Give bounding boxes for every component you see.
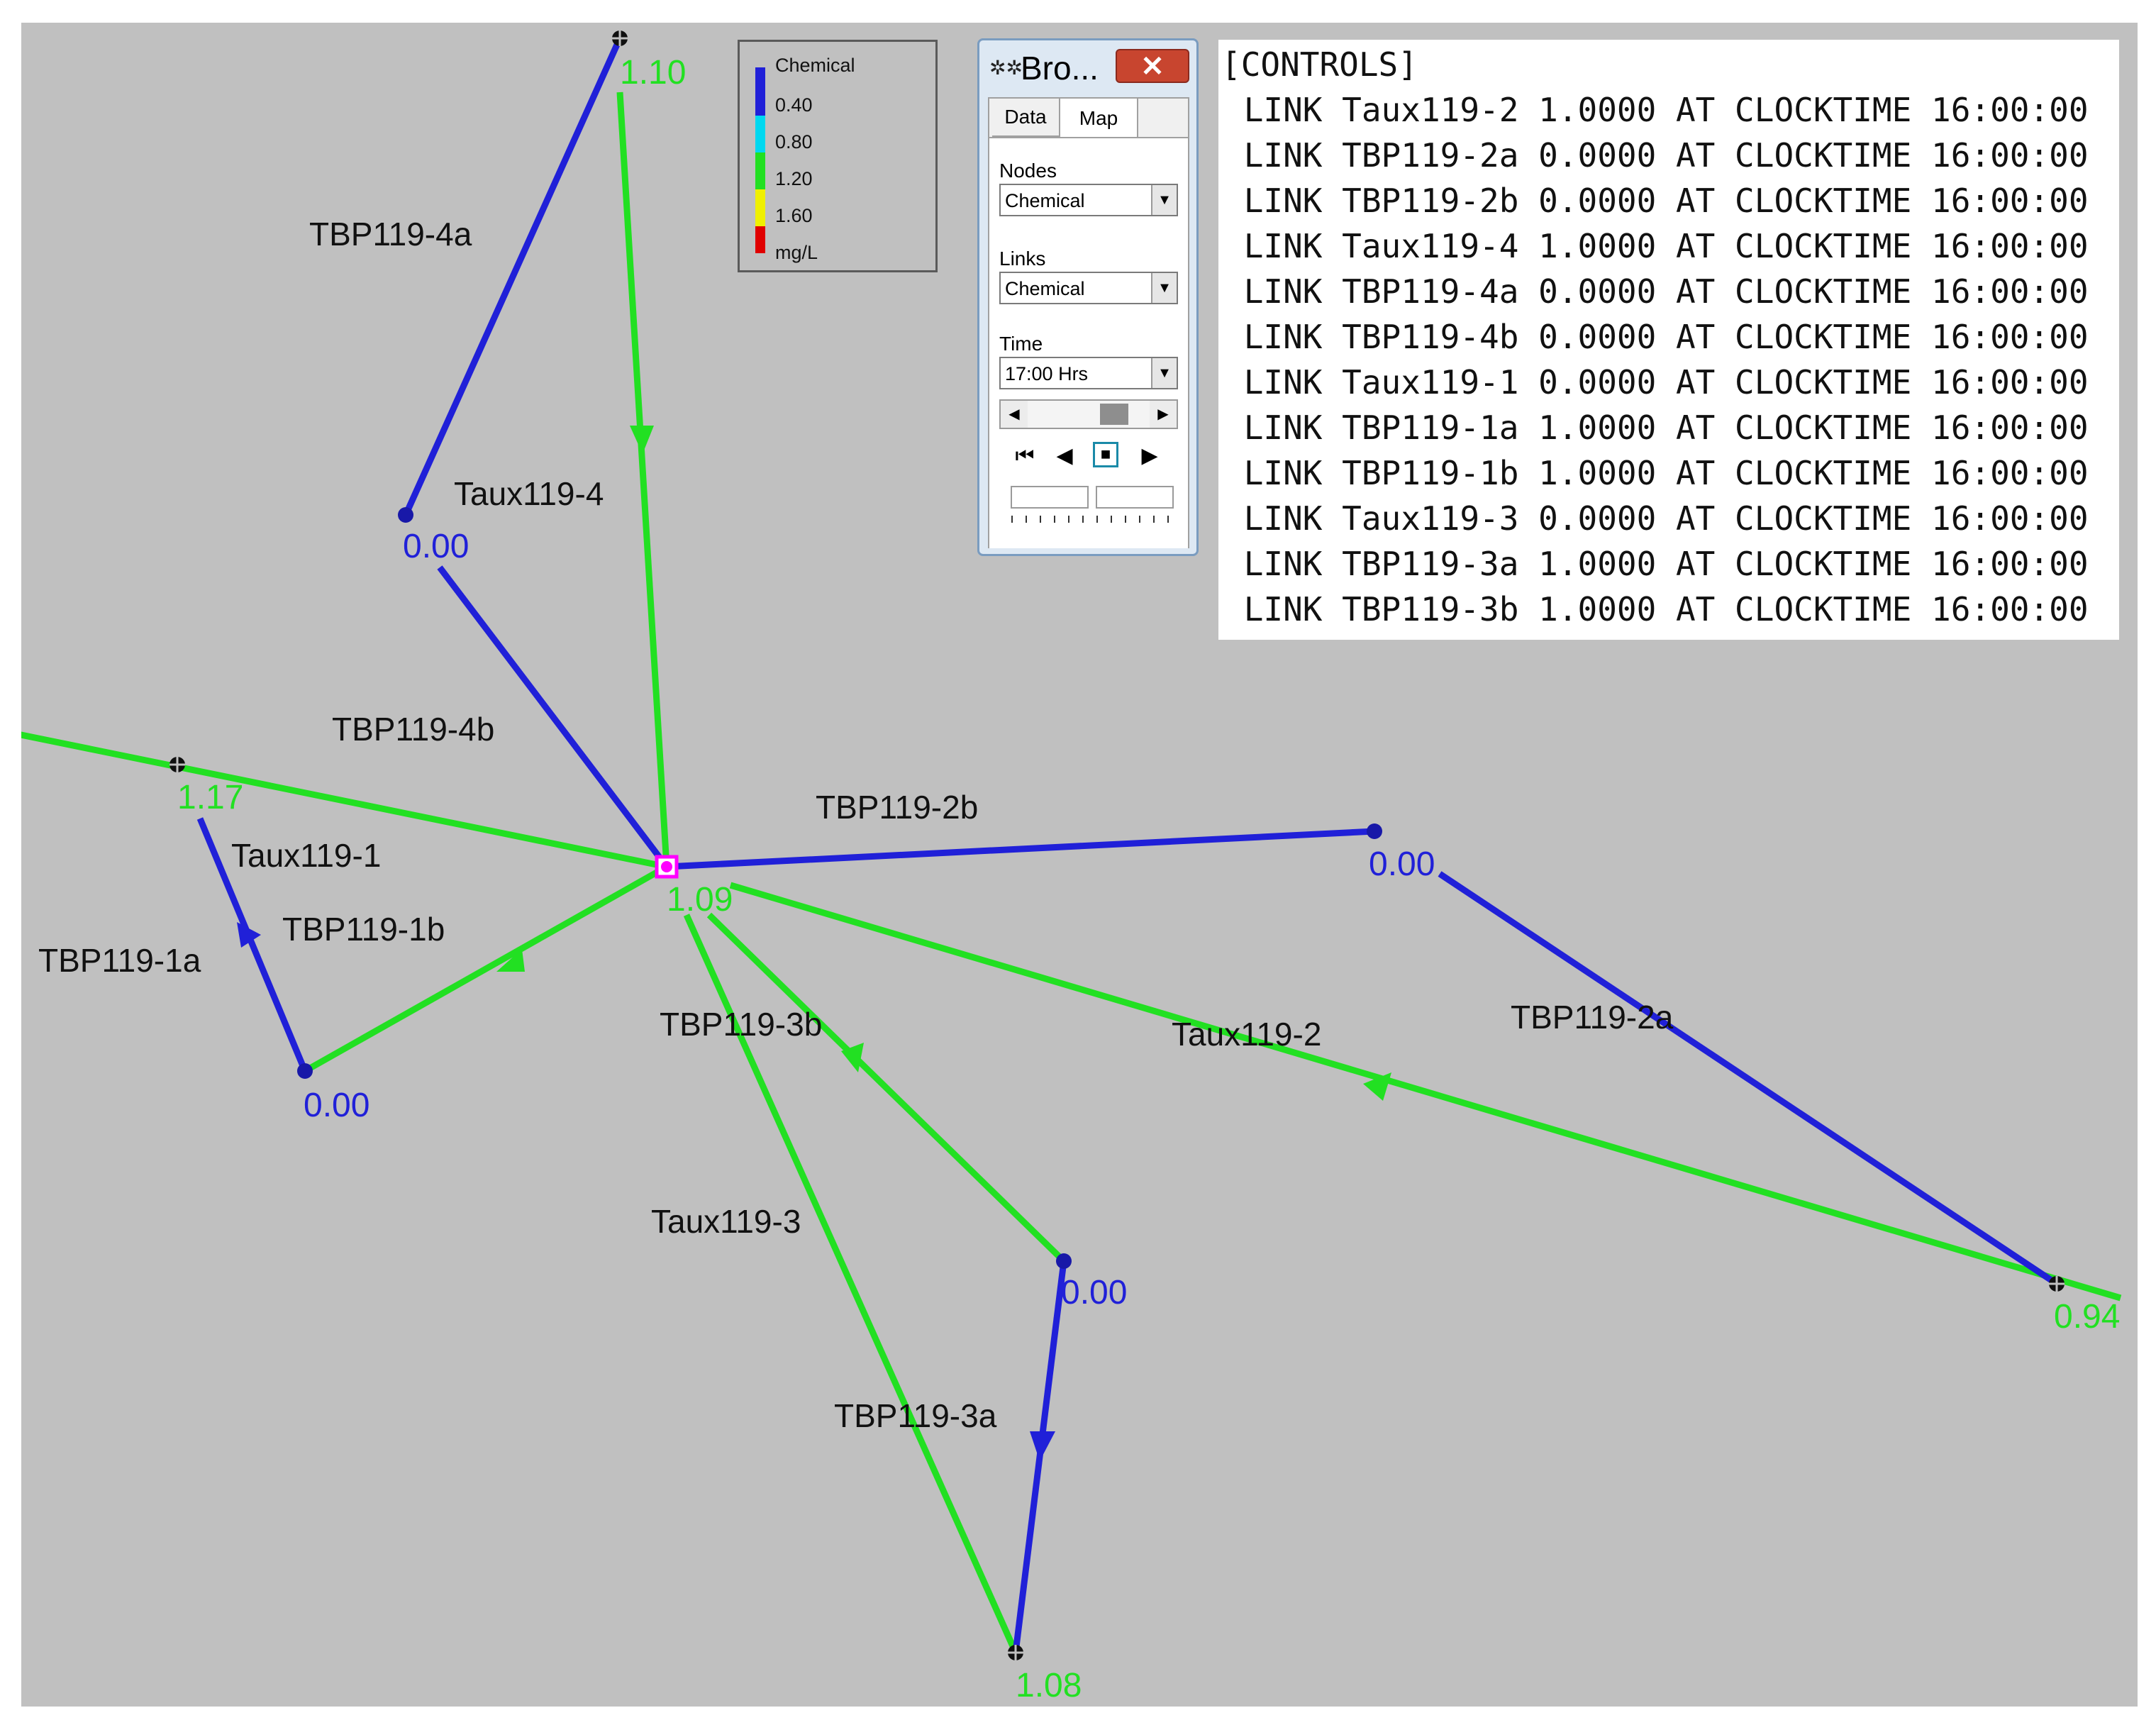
legend-tick: 0.80 (775, 131, 813, 152)
chevron-down-icon[interactable]: ▼ (1151, 185, 1177, 215)
rewind-icon[interactable]: ⏮ (1011, 442, 1039, 470)
scroll-left-icon[interactable]: ◀ (1001, 401, 1028, 428)
node-value-right: 0.00 (1369, 845, 1435, 883)
time-scrollbar[interactable]: ◀ ▶ (999, 399, 1178, 429)
browser-titlebar[interactable]: ✲✲ Bro... ✕ (979, 40, 1196, 90)
link-label-tbp119-4a: TBP119-4a (309, 216, 472, 253)
control-line: LINK Taux119-3 0.0000 AT CLOCKTIME 16:00… (1224, 499, 2089, 538)
link-label-taux119-1: Taux119-1 (231, 837, 381, 874)
node-value-left: 1.17 (177, 779, 243, 816)
chevron-down-icon[interactable]: ▼ (1151, 358, 1177, 388)
time-select[interactable]: 17:00 Hrs ▼ (999, 357, 1178, 389)
time-select-value: 17:00 Hrs (1005, 363, 1089, 384)
control-line: LINK TBP119-1b 1.0000 AT CLOCKTIME 16:00… (1224, 454, 2089, 492)
tank-node[interactable] (1008, 1645, 1023, 1660)
stop-icon[interactable]: ■ (1093, 442, 1118, 467)
step-back-icon[interactable]: ◀ (1050, 442, 1079, 470)
node-value-bottom: 1.08 (1016, 1667, 1082, 1704)
control-line: LINK TBP119-2a 0.0000 AT CLOCKTIME 16:00… (1224, 136, 2089, 174)
legend-color-bar (755, 67, 765, 253)
tank-node[interactable] (2049, 1276, 2065, 1292)
tank-node[interactable] (170, 757, 185, 772)
legend-title: Chemical (775, 55, 855, 76)
scroll-thumb[interactable] (1100, 404, 1128, 425)
link-label-tbp119-1a: TBP119-1a (38, 942, 201, 979)
control-line: LINK TBP119-2b 0.0000 AT CLOCKTIME 16:00… (1224, 182, 2089, 220)
speed-ticks (1011, 516, 1169, 523)
time-label: Time (999, 333, 1043, 355)
link-label-tbp119-3b: TBP119-3b (660, 1006, 822, 1043)
tab-data[interactable]: Data (992, 97, 1059, 137)
legend[interactable]: Chemical 0.40 0.80 1.20 1.60 mg/L (738, 40, 938, 272)
browser-app-icon: ✲✲ (989, 57, 1023, 79)
nodes-label: Nodes (999, 160, 1057, 182)
link-label-taux119-3: Taux119-3 (651, 1203, 801, 1240)
control-line: LINK TBP119-4a 0.0000 AT CLOCKTIME 16:00… (1224, 272, 2089, 311)
link-label-tbp119-1b: TBP119-1b (282, 911, 445, 948)
control-line: LINK TBP119-3b 1.0000 AT CLOCKTIME 16:00… (1224, 590, 2089, 628)
link-label-tbp119-4b: TBP119-4b (332, 711, 494, 748)
node-value-top: 1.10 (620, 54, 686, 91)
control-line: LINK TBP119-4b 0.0000 AT CLOCKTIME 16:00… (1224, 318, 2089, 356)
legend-unit: mg/L (775, 242, 818, 263)
controls-header: [CONTROLS] (1221, 45, 1418, 84)
browser-title: Bro... (1021, 50, 1099, 87)
control-line: LINK Taux119-2 1.0000 AT CLOCKTIME 16:00… (1224, 91, 2089, 129)
tab-map[interactable]: Map (1059, 97, 1138, 137)
scroll-right-icon[interactable]: ▶ (1150, 401, 1177, 428)
legend-tick: 1.60 (775, 205, 813, 226)
control-line: LINK Taux119-4 1.0000 AT CLOCKTIME 16:00… (1224, 227, 2089, 265)
map-panel: Nodes Chemical ▼ Links Chemical ▼ Time 1… (989, 137, 1188, 548)
browser-body: Data Map Nodes Chemical ▼ Links Chemical… (988, 97, 1189, 548)
node-value-middle: 0.00 (1061, 1274, 1127, 1311)
link-label-taux119-4: Taux119-4 (454, 475, 604, 512)
browser-window[interactable]: ✲✲ Bro... ✕ Data Map Nodes Chemical ▼ Li… (977, 38, 1199, 556)
node-value-bottom-left: 0.00 (304, 1087, 369, 1124)
link-label-tbp119-3a: TBP119-3a (834, 1397, 997, 1434)
link-label-taux119-2: Taux119-2 (1172, 1016, 1321, 1053)
legend-tick: 0.40 (775, 94, 813, 116)
speed-track-left (1011, 486, 1089, 509)
nodes-select-value: Chemical (1005, 190, 1085, 211)
selected-junction-node[interactable] (655, 855, 679, 879)
control-line: LINK TBP119-3a 1.0000 AT CLOCKTIME 16:00… (1224, 545, 2089, 583)
junction-node[interactable] (1056, 1253, 1072, 1269)
chevron-down-icon[interactable]: ▼ (1151, 273, 1177, 303)
junction-node[interactable] (398, 507, 413, 523)
node-value-upper-left: 0.00 (403, 528, 469, 565)
controls-panel: [CONTROLS] LINK Taux119-2 1.0000 AT CLOC… (1218, 40, 2119, 640)
node-value-far-right: 0.94 (2054, 1298, 2120, 1336)
close-icon: ✕ (1140, 51, 1165, 82)
links-select[interactable]: Chemical ▼ (999, 272, 1178, 304)
link-label-tbp119-2a: TBP119-2a (1511, 999, 1674, 1036)
control-line: LINK TBP119-1a 1.0000 AT CLOCKTIME 16:00… (1224, 409, 2089, 447)
tank-node[interactable] (612, 30, 628, 46)
speed-slider[interactable] (1096, 486, 1174, 509)
close-button[interactable]: ✕ (1116, 49, 1189, 83)
junction-node[interactable] (297, 1063, 313, 1079)
junction-node[interactable] (1367, 823, 1382, 839)
control-line: LINK Taux119-1 0.0000 AT CLOCKTIME 16:00… (1224, 363, 2089, 401)
nodes-select[interactable]: Chemical ▼ (999, 184, 1178, 216)
play-icon[interactable]: ▶ (1135, 442, 1164, 470)
node-value-center: 1.09 (667, 881, 733, 919)
link-label-tbp119-2b: TBP119-2b (816, 789, 978, 826)
legend-tick: 1.20 (775, 168, 813, 189)
links-select-value: Chemical (1005, 278, 1085, 299)
links-label: Links (999, 248, 1046, 270)
